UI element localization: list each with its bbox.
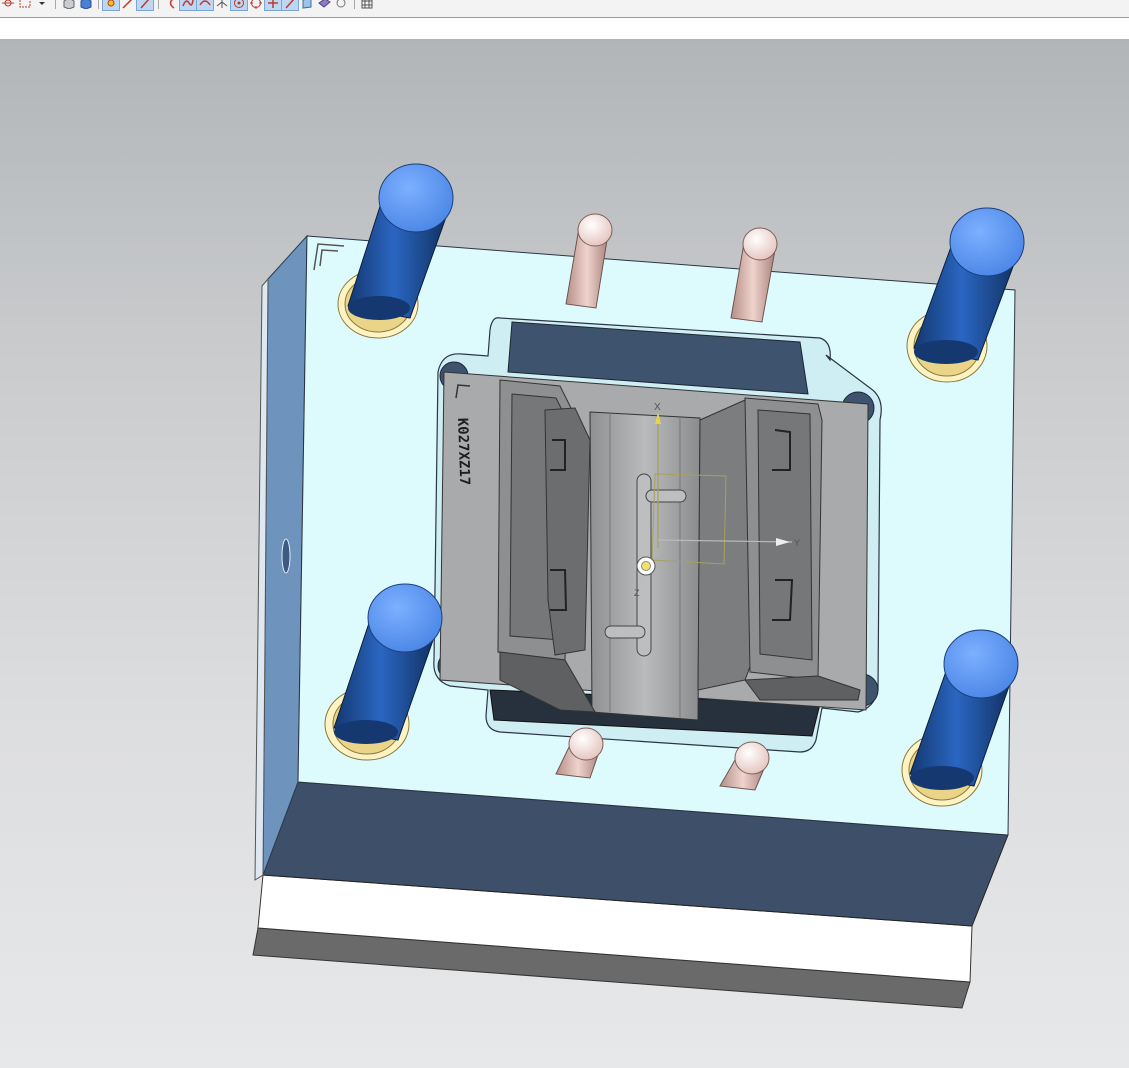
wcs-y-label: Y [794, 538, 800, 548]
core-insert: K027XZ17 [439, 371, 869, 721]
side-hole [281, 538, 291, 574]
circle-icon[interactable] [333, 0, 349, 10]
toolbar [0, 0, 1129, 18]
toolbar-separator [354, 0, 355, 9]
wcs-z-label: Z [634, 588, 640, 598]
snap-point-icon[interactable] [0, 0, 16, 10]
circle-center-icon[interactable] [230, 0, 248, 11]
mold-assembly-model[interactable]: K027XZ17 X Y Z [0, 39, 1129, 1068]
pen-icon[interactable] [281, 0, 299, 11]
dropdown-arrow-icon[interactable] [34, 0, 50, 10]
intersection-icon[interactable] [214, 0, 230, 10]
selection-box-icon[interactable] [17, 0, 33, 10]
toolbar-separator [98, 0, 99, 9]
face-icon[interactable] [299, 0, 315, 10]
surface-icon[interactable] [316, 0, 332, 10]
viewport-header-gap [0, 18, 1129, 39]
toolbar-row [0, 0, 376, 11]
shaded-icon[interactable] [60, 0, 76, 10]
engraving-text: K027XZ17 [454, 418, 472, 486]
point-icon[interactable] [102, 0, 120, 11]
cross-icon[interactable] [264, 0, 282, 11]
spline-icon[interactable] [179, 0, 197, 11]
quadrant-icon[interactable] [248, 0, 264, 10]
toolbar-separator [55, 0, 56, 9]
arrow-icon[interactable] [136, 0, 154, 11]
wcs-x-label: X [654, 402, 661, 413]
line-icon[interactable] [120, 0, 136, 10]
toolbar-separator [158, 0, 159, 9]
arc-icon[interactable] [163, 0, 179, 10]
curve-icon[interactable] [196, 0, 214, 11]
graphics-viewport[interactable]: K027XZ17 X Y Z [0, 39, 1129, 1068]
solid-block-icon[interactable] [77, 0, 93, 10]
grid-icon[interactable] [359, 0, 375, 10]
